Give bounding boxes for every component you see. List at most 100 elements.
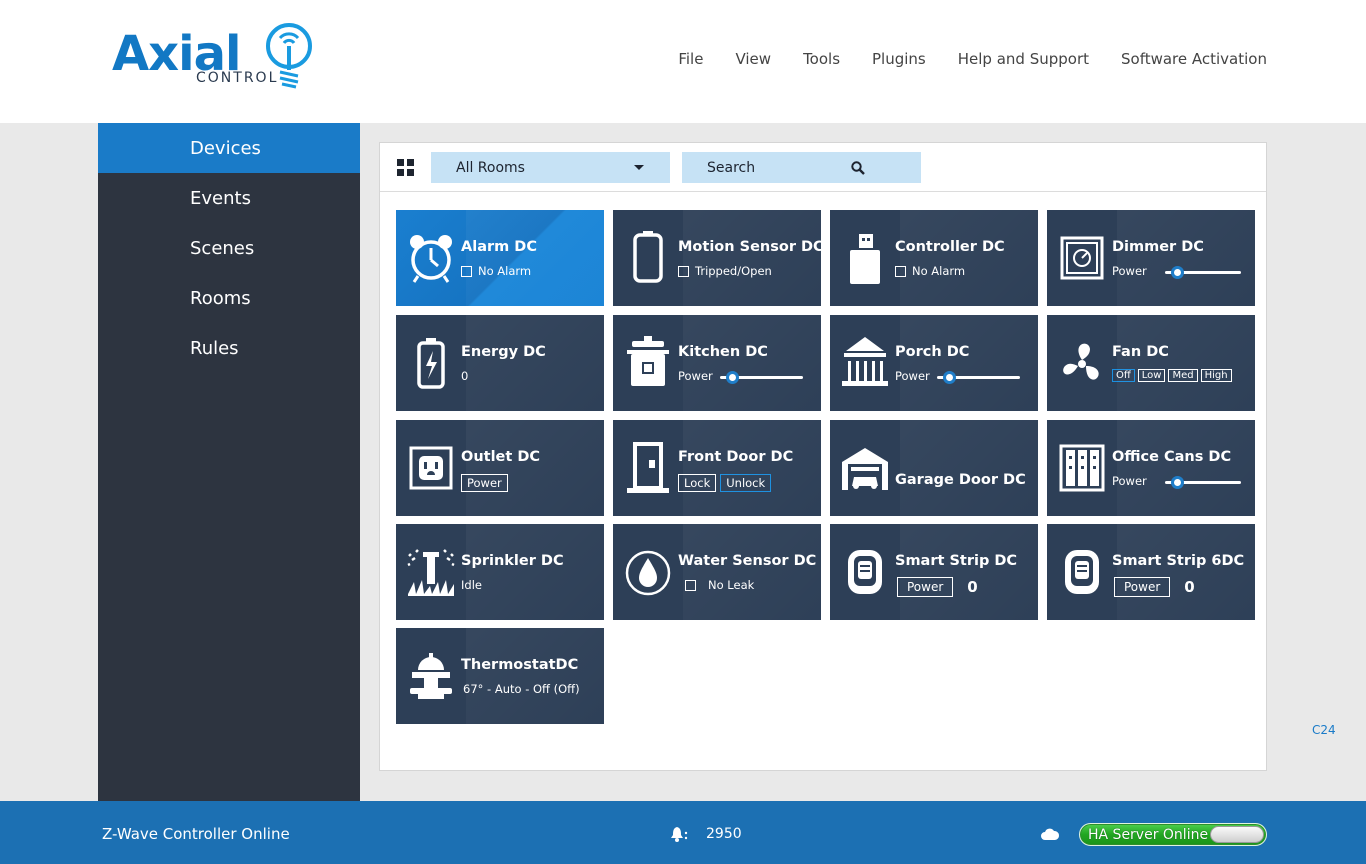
devices-panel: All Rooms Search Alarm DC No Alarm Motio… <box>379 142 1267 771</box>
device-tile-outlet[interactable]: Outlet DC Power <box>396 420 604 516</box>
outlet-power-button[interactable]: Power <box>461 474 508 492</box>
device-name: Garage Door DC <box>895 472 1026 488</box>
devices-toolbar: All Rooms Search <box>380 143 1266 192</box>
device-name: Water Sensor DC <box>678 553 817 569</box>
cooking-pot-icon <box>627 336 669 386</box>
battery-icon <box>417 338 445 389</box>
dimmer-icon <box>1060 236 1104 280</box>
device-controls: Power <box>461 474 508 492</box>
fan-low-button[interactable]: Low <box>1137 369 1166 382</box>
sidebar-item-scenes[interactable]: Scenes <box>98 223 360 273</box>
outlet-icon <box>409 446 453 490</box>
slider-knob[interactable] <box>726 371 739 384</box>
search-input[interactable]: Search <box>682 152 921 183</box>
device-tile-dimmer[interactable]: Dimmer DC Power <box>1047 210 1255 306</box>
device-status: Power <box>895 369 930 383</box>
bell-icon[interactable] <box>669 825 689 843</box>
smart-strip-6-power-button[interactable]: Power <box>1114 577 1171 597</box>
slider-knob[interactable] <box>1171 476 1184 489</box>
status-bar: Z-Wave Controller Online 2950 HA Server … <box>0 801 1366 864</box>
device-tile-kitchen[interactable]: Kitchen DC Power <box>613 315 821 411</box>
menu-file[interactable]: File <box>678 50 703 68</box>
search-placeholder: Search <box>707 159 756 176</box>
device-tile-alarm[interactable]: Alarm DC No Alarm <box>396 210 604 306</box>
porch-power-slider[interactable] <box>937 371 1020 384</box>
device-tile-water-sensor[interactable]: Water Sensor DC No Leak <box>613 524 821 620</box>
device-tile-thermostat[interactable]: ThermostatDC 67° - Auto - Off (Off) <box>396 628 604 724</box>
kitchen-power-slider[interactable] <box>720 371 803 384</box>
search-icon[interactable] <box>851 161 865 175</box>
device-status: 0 <box>461 369 469 383</box>
slider-knob[interactable] <box>1171 266 1184 279</box>
office-cans-power-slider[interactable] <box>1165 476 1241 489</box>
device-tile-smart-strip-6[interactable]: Smart Strip 6DC Power 0 <box>1047 524 1255 620</box>
device-name: Outlet DC <box>461 449 541 465</box>
fan-high-button[interactable]: High <box>1200 369 1232 382</box>
device-status: Power <box>1112 474 1147 488</box>
menu-software-activation[interactable]: Software Activation <box>1121 50 1267 68</box>
unlock-button[interactable]: Unlock <box>720 474 772 492</box>
garage-icon <box>842 448 888 490</box>
fan-speed-buttons: Off Low Med High <box>1112 369 1232 382</box>
device-tile-sprinkler[interactable]: Sprinkler DC Idle <box>396 524 604 620</box>
device-status: No Leak <box>685 578 754 592</box>
sidebar: Devices Events Scenes Rooms Rules <box>98 123 360 801</box>
fan-icon <box>1063 343 1099 380</box>
smart-strip-icon <box>848 550 882 594</box>
device-tile-office-cans[interactable]: Office Cans DC Power <box>1047 420 1255 516</box>
motion-sensor-icon <box>633 231 663 283</box>
device-tile-controller[interactable]: Controller DC No Alarm <box>830 210 1038 306</box>
door-lock-buttons: Lock Unlock <box>678 474 772 492</box>
device-name: Alarm DC <box>461 239 537 255</box>
device-name: Controller DC <box>895 239 1005 255</box>
axial-control-logo[interactable]: Axial CONTROL <box>112 20 322 92</box>
ha-server-toggle[interactable]: HA Server Online <box>1079 823 1267 846</box>
device-tile-fan[interactable]: Fan DC Off Low Med High <box>1047 315 1255 411</box>
menu-tools[interactable]: Tools <box>803 50 840 68</box>
device-name: Front Door DC <box>678 449 794 465</box>
device-status: No Alarm <box>895 264 965 278</box>
menu-help-and-support[interactable]: Help and Support <box>958 50 1089 68</box>
device-status: Idle <box>461 578 482 592</box>
device-tile-front-door[interactable]: Front Door DC Lock Unlock <box>613 420 821 516</box>
grid-view-icon[interactable] <box>397 159 415 177</box>
controller-status: Z-Wave Controller Online <box>102 825 290 843</box>
menu-view[interactable]: View <box>735 50 771 68</box>
toggle-knob[interactable] <box>1210 826 1264 843</box>
ha-server-label: HA Server Online <box>1088 827 1209 843</box>
app-header: Axial CONTROL File View Tools Plugins He… <box>0 0 1366 123</box>
door-icon <box>627 442 669 493</box>
device-tile-energy[interactable]: Energy DC 0 <box>396 315 604 411</box>
device-tile-porch[interactable]: Porch DC Power <box>830 315 1038 411</box>
motion-checkbox[interactable] <box>678 265 689 277</box>
sidebar-item-rules[interactable]: Rules <box>98 323 360 373</box>
smart-strip-power-button[interactable]: Power <box>897 577 954 597</box>
device-name: Sprinkler DC <box>461 553 564 569</box>
sidebar-item-events[interactable]: Events <box>98 173 360 223</box>
menu-plugins[interactable]: Plugins <box>872 50 926 68</box>
leak-checkbox[interactable] <box>685 579 696 591</box>
slider-knob[interactable] <box>943 371 956 384</box>
thermostat-icon <box>410 653 452 699</box>
device-tile-garage-door[interactable]: Garage Door DC <box>830 420 1038 516</box>
device-tile-smart-strip[interactable]: Smart Strip DC Power 0 <box>830 524 1038 620</box>
bulb-signal-icon <box>266 23 312 89</box>
smart-strip-count: 0 <box>967 578 978 596</box>
sidebar-item-rooms[interactable]: Rooms <box>98 273 360 323</box>
controller-checkbox[interactable] <box>895 265 906 277</box>
rooms-dropdown[interactable]: All Rooms <box>431 152 670 183</box>
alarm-clock-icon <box>410 235 452 283</box>
cloud-icon <box>1041 828 1060 840</box>
device-status: No Alarm <box>461 264 531 278</box>
alarm-checkbox[interactable] <box>461 265 472 277</box>
device-controls: Power 0 <box>897 577 978 597</box>
device-status: Power <box>1112 264 1147 278</box>
corner-label: C24 <box>1312 723 1336 737</box>
fan-med-button[interactable]: Med <box>1168 369 1198 382</box>
dimmer-power-slider[interactable] <box>1165 266 1241 279</box>
device-name: Smart Strip 6DC <box>1112 553 1245 569</box>
fan-off-button[interactable]: Off <box>1112 369 1135 382</box>
sidebar-item-devices[interactable]: Devices <box>98 123 360 173</box>
device-tile-motion-sensor[interactable]: Motion Sensor DC Tripped/Open <box>613 210 821 306</box>
lock-button[interactable]: Lock <box>678 474 717 492</box>
